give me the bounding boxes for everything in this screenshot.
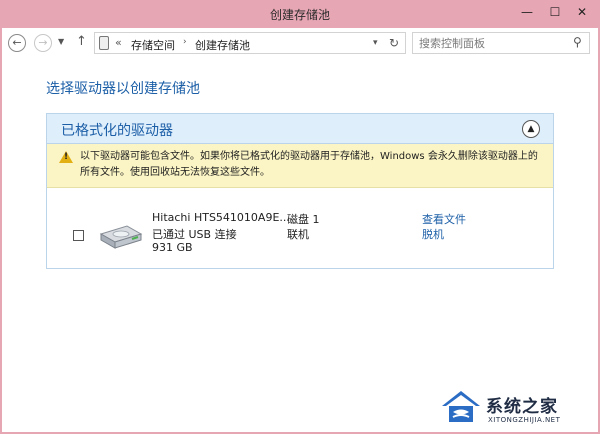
address-bar[interactable]: « 存储空间 › 创建存储池 ▾ ↻ bbox=[94, 32, 406, 54]
control-panel-icon bbox=[99, 36, 109, 50]
search-icon[interactable]: ⚲ bbox=[573, 35, 582, 49]
formatted-drives-panel: 已格式化的驱动器 ▲ ! 以下驱动器可能包含文件。如果你将已格式化的驱动器用于存… bbox=[46, 113, 554, 269]
refresh-icon[interactable]: ↻ bbox=[389, 36, 399, 50]
warning-text: 以下驱动器可能包含文件。如果你将已格式化的驱动器用于存储池，Windows 会永… bbox=[80, 151, 538, 178]
maximize-button[interactable]: ☐ bbox=[542, 2, 568, 22]
house-logo-icon bbox=[442, 391, 480, 422]
up-arrow-icon[interactable]: ↑ bbox=[76, 34, 87, 49]
minimize-button[interactable]: — bbox=[514, 2, 540, 22]
close-button[interactable]: ✕ bbox=[567, 2, 597, 22]
title-bar: 创建存储池 — ☐ ✕ bbox=[0, 0, 600, 28]
watermark-name: 系统之家 bbox=[486, 397, 558, 417]
drive-size: 931 GB bbox=[152, 241, 193, 254]
drive-connection: 已通过 USB 连接 bbox=[152, 228, 237, 241]
disk-number: 磁盘 1 bbox=[287, 213, 320, 226]
collapse-chevron-up-icon[interactable]: ▲ bbox=[522, 120, 540, 138]
disk-status: 联机 bbox=[287, 228, 309, 241]
page-title: 选择驱动器以创建存储池 bbox=[46, 81, 200, 97]
forward-arrow-icon[interactable]: → bbox=[34, 34, 52, 52]
warning-banner: ! 以下驱动器可能包含文件。如果你将已格式化的驱动器用于存储池，Windows … bbox=[47, 144, 553, 188]
search-box[interactable]: ⚲ bbox=[412, 32, 590, 54]
window-border-left bbox=[0, 28, 2, 434]
search-input[interactable] bbox=[419, 36, 569, 51]
breadcrumb-overflow[interactable]: « bbox=[115, 36, 122, 49]
breadcrumb-storage-spaces[interactable]: 存储空间 bbox=[131, 37, 175, 53]
warning-exclamation: ! bbox=[64, 152, 69, 162]
watermark-url: XITONGZHIJIA.NET bbox=[488, 416, 561, 424]
view-files-link[interactable]: 查看文件 bbox=[422, 211, 466, 227]
window-title: 创建存储池 bbox=[269, 8, 330, 22]
recent-locations-dropdown-icon[interactable]: ▼ bbox=[58, 37, 64, 46]
back-arrow-icon[interactable]: ← bbox=[8, 34, 26, 52]
panel-title: 已格式化的驱动器 bbox=[61, 123, 173, 139]
drive-select-checkbox[interactable] bbox=[73, 230, 84, 241]
take-offline-link[interactable]: 脱机 bbox=[422, 226, 444, 242]
hard-drive-icon bbox=[99, 225, 143, 249]
panel-header[interactable]: 已格式化的驱动器 ▲ bbox=[47, 114, 553, 144]
breadcrumb-separator-icon[interactable]: › bbox=[183, 37, 187, 47]
watermark: 系统之家 XITONGZHIJIA.NET bbox=[440, 386, 596, 430]
drive-name: Hitachi HTS541010A9E... bbox=[152, 211, 290, 224]
breadcrumb-create-pool[interactable]: 创建存储池 bbox=[195, 37, 250, 53]
address-dropdown-icon[interactable]: ▾ bbox=[373, 38, 378, 48]
